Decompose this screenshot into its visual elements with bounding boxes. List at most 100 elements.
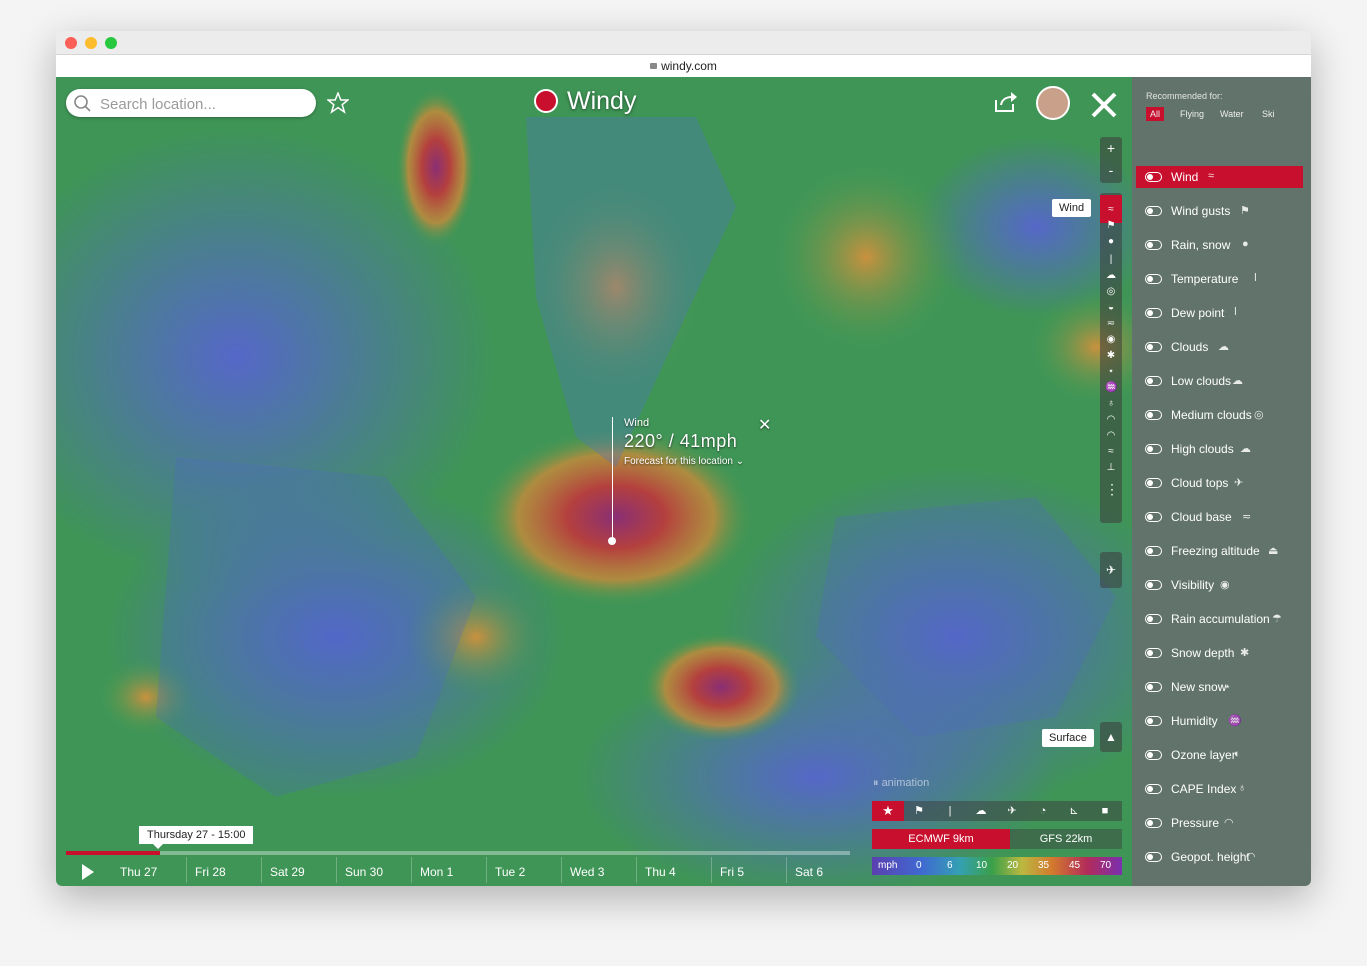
wind-barb-icon[interactable]: ⊾ <box>1067 804 1081 818</box>
layer-item[interactable]: Humidity ♒ <box>1136 710 1303 732</box>
layer-item[interactable]: Rain accumulation ☂ <box>1136 608 1303 630</box>
close-window-button[interactable] <box>65 37 77 49</box>
layer-toggle[interactable] <box>1145 852 1162 862</box>
layer-toggle[interactable] <box>1145 682 1162 692</box>
layer-item[interactable]: Geopot. height ◠ <box>1136 846 1303 868</box>
plane-icon[interactable]: ✈ <box>1005 804 1019 818</box>
play-icon[interactable] <box>82 864 94 880</box>
geopot-icon[interactable]: ◠ <box>1105 431 1117 441</box>
cape-icon[interactable]: ♁ <box>1105 399 1117 409</box>
layer-toggle[interactable] <box>1145 274 1162 284</box>
plane-icon[interactable]: ✈ <box>1100 552 1122 588</box>
altitude-icon[interactable]: ⊥ <box>1105 463 1117 473</box>
drop-icon[interactable]: ● <box>1105 237 1117 247</box>
layer-toggle[interactable] <box>1145 308 1162 318</box>
layer-toggle[interactable] <box>1145 614 1162 624</box>
minimize-window-button[interactable] <box>85 37 97 49</box>
layer-toggle[interactable] <box>1145 818 1162 828</box>
layer-toggle[interactable] <box>1145 716 1162 726</box>
tab-all[interactable]: All <box>1146 107 1165 121</box>
layer-item[interactable]: Clouds ☁ <box>1136 336 1303 358</box>
layer-toggle[interactable] <box>1145 546 1162 556</box>
layer-toggle[interactable] <box>1145 784 1162 794</box>
layer-item[interactable]: Rain, snow ● <box>1136 234 1303 256</box>
timeline-track[interactable] <box>66 851 850 855</box>
location-pin[interactable] <box>608 537 616 545</box>
layer-toggle[interactable] <box>1145 206 1162 216</box>
timeline-day[interactable]: Tue 2 <box>495 865 525 879</box>
zoom-in-button[interactable]: + <box>1100 137 1122 159</box>
layer-item[interactable]: Ozone layer ◐ <box>1136 744 1303 766</box>
gauge-icon[interactable]: ◠ <box>1105 415 1117 425</box>
cloud-icon[interactable]: ☁ <box>1105 271 1117 281</box>
tab-ski[interactable]: Ski <box>1258 107 1279 121</box>
flag-icon[interactable]: ⚑ <box>1105 221 1117 231</box>
layer-toggle[interactable] <box>1145 580 1162 590</box>
share-icon[interactable] <box>994 91 1018 113</box>
layer-item[interactable]: Temperature ǀ <box>1136 268 1303 290</box>
timeline-day[interactable]: Fri 5 <box>720 865 744 879</box>
humidity-icon[interactable]: ♒ <box>1105 383 1117 393</box>
medium-cloud-icon[interactable]: ◎ <box>1105 287 1117 297</box>
forecast-link[interactable]: Forecast for this location ⌄ <box>624 456 794 467</box>
layer-item[interactable]: Waves ≈ <box>1136 880 1303 886</box>
snowflake-icon[interactable]: ✱ <box>1105 351 1117 361</box>
close-icon[interactable] <box>1090 91 1118 119</box>
layer-item[interactable]: Snow depth ✱ <box>1136 642 1303 664</box>
timeline-day[interactable]: Sat 29 <box>270 865 305 879</box>
webcam-icon[interactable]: ■ <box>1098 804 1112 818</box>
layer-toggle[interactable] <box>1145 240 1162 250</box>
layer-toggle[interactable] <box>1145 376 1162 386</box>
color-legend[interactable]: mph 0 6 10 20 35 45 70 <box>872 857 1122 875</box>
high-cloud-icon[interactable]: ◒ <box>1105 303 1117 313</box>
flag-icon[interactable]: ⚑ <box>912 804 926 818</box>
search-box[interactable] <box>66 89 316 117</box>
layer-item[interactable]: Cloud base ≂ <box>1136 506 1303 528</box>
gauge-icon[interactable]: ◔ <box>1036 804 1050 818</box>
layer-toggle[interactable] <box>1145 478 1162 488</box>
search-input[interactable] <box>98 93 312 115</box>
layer-toggle[interactable] <box>1145 750 1162 760</box>
layer-toggle[interactable] <box>1145 512 1162 522</box>
layer-item[interactable]: Medium clouds ◎ <box>1136 404 1303 426</box>
waves-icon[interactable]: ≈ <box>1105 447 1117 457</box>
altitude-surface-icon[interactable]: ▲ <box>1100 722 1122 752</box>
cloud-base-icon[interactable]: ≂ <box>1105 319 1117 329</box>
model-ecmwf-button[interactable]: ECMWF 9km <box>872 829 1010 849</box>
thermometer-icon[interactable]: | <box>1105 255 1117 265</box>
timeline-day[interactable]: Fri 28 <box>195 865 226 879</box>
layer-toggle[interactable] <box>1145 172 1162 182</box>
tab-flying[interactable]: Flying <box>1176 107 1208 121</box>
layer-item[interactable]: Dew point ǀ <box>1136 302 1303 324</box>
layer-item[interactable]: Low clouds ☁ <box>1136 370 1303 392</box>
timeline-day[interactable]: Sun 30 <box>345 865 383 879</box>
timeline-day[interactable]: Mon 1 <box>420 865 453 879</box>
animation-toggle[interactable]: ⏸ animation <box>873 777 929 790</box>
favorite-star-icon[interactable] <box>327 92 349 114</box>
cloud-icon[interactable]: ☁ <box>974 804 988 818</box>
thermometer-icon[interactable]: | <box>943 804 957 818</box>
more-dots-icon[interactable]: ⋮ <box>1105 482 1119 496</box>
zoom-out-button[interactable]: - <box>1100 159 1122 181</box>
layer-item[interactable]: New snow ⋆ <box>1136 676 1303 698</box>
avatar[interactable] <box>1036 86 1070 120</box>
layer-item[interactable]: High clouds ☁ <box>1136 438 1303 460</box>
timeline[interactable]: Thu 27 Fri 28 Sat 29 Sun 30 Mon 1 Tue 2 … <box>66 851 850 886</box>
new-snow-icon[interactable]: ⋆ <box>1105 367 1117 377</box>
layer-toggle[interactable] <box>1145 410 1162 420</box>
popup-close-icon[interactable]: ✕ <box>758 415 771 435</box>
address-bar[interactable]: windy.com <box>56 55 1311 78</box>
layer-item[interactable]: Freezing altitude ⏏ <box>1136 540 1303 562</box>
timeline-day[interactable]: Thu 4 <box>645 865 676 879</box>
layer-item[interactable]: Wind gusts ⚑ <box>1136 200 1303 222</box>
timeline-day[interactable]: Wed 3 <box>570 865 604 879</box>
layer-item[interactable]: Wind ≈ <box>1136 166 1303 188</box>
zoom-window-button[interactable] <box>105 37 117 49</box>
tab-water[interactable]: Water <box>1216 107 1248 121</box>
weather-map[interactable]: Windy + - ≈ ⚑ ● | ☁ ◎ ◒ ≂ ◉ ✱ ⋆ ♒ ♁ ◠ ◠ … <box>56 77 1132 886</box>
layer-toggle[interactable] <box>1145 648 1162 658</box>
star-icon[interactable]: ★ <box>872 801 904 821</box>
timeline-day[interactable]: Thu 27 <box>120 865 157 879</box>
layer-item[interactable]: Visibility ◉ <box>1136 574 1303 596</box>
timeline-day[interactable]: Sat 6 <box>795 865 823 879</box>
